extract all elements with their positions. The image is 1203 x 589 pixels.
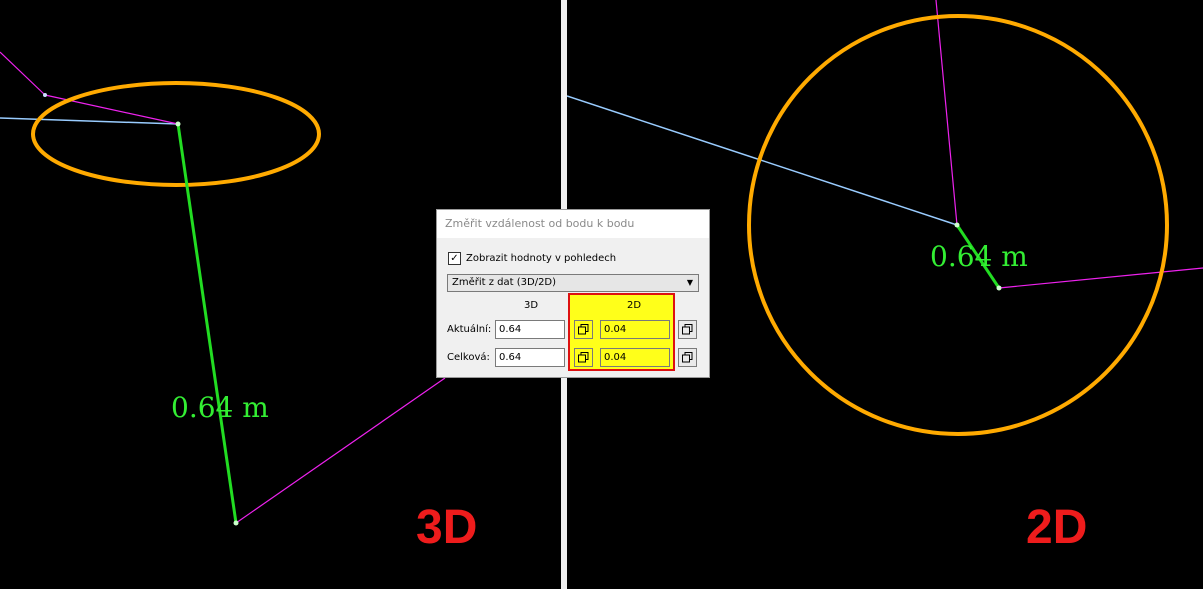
measure-mode-value: Změřit z dat (3D/2D) [452, 277, 557, 288]
blue-polyline [567, 95, 958, 226]
copy-button[interactable] [678, 348, 697, 367]
copy-button[interactable] [574, 320, 593, 339]
show-values-checkbox[interactable]: ✓ [448, 252, 461, 265]
measure-start-point[interactable] [175, 121, 181, 127]
copy-icon [682, 324, 693, 335]
total-3d-field[interactable]: 0.64 [495, 348, 565, 367]
measure-distance-dialog: Změřit vzdálenost od bodu k bodu ✓ Zobra… [436, 209, 710, 378]
tolerance-ellipse [31, 81, 321, 187]
current-3d-field[interactable]: 0.64 [495, 320, 565, 339]
current-row-label: Aktuální: [447, 324, 492, 335]
view-tag-3d: 3D [416, 501, 478, 554]
measure-start-point[interactable] [954, 222, 960, 228]
measure-mode-select[interactable]: Změřit z dat (3D/2D) ▼ [447, 274, 699, 292]
copy-icon [578, 324, 589, 335]
magenta-polyline [935, 0, 958, 226]
magenta-polyline [0, 51, 46, 96]
column-header-3d: 3D [524, 300, 539, 311]
column-header-2d: 2D [627, 300, 642, 311]
total-row-label: Celková: [447, 352, 490, 363]
measurement-label-2d: 0.64 m [930, 240, 1028, 273]
copy-icon [578, 352, 589, 363]
magenta-polyline [998, 267, 1203, 289]
copy-button[interactable] [678, 320, 697, 339]
vertex-point[interactable] [43, 93, 47, 97]
view-tag-2d: 2D [1026, 501, 1088, 554]
dialog-title[interactable]: Změřit vzdálenost od bodu k bodu [437, 210, 709, 238]
measure-end-point[interactable] [996, 285, 1002, 291]
chevron-down-icon: ▼ [686, 278, 693, 287]
copy-icon [682, 352, 693, 363]
current-2d-field[interactable]: 0.04 [600, 320, 670, 339]
measurement-label-3d: 0.64 m [171, 391, 269, 424]
show-values-checkbox-row[interactable]: ✓ Zobrazit hodnoty v pohledech [448, 252, 616, 265]
copy-button[interactable] [574, 348, 593, 367]
measure-end-point[interactable] [233, 520, 239, 526]
total-2d-field[interactable]: 0.04 [600, 348, 670, 367]
show-values-label[interactable]: Zobrazit hodnoty v pohledech [466, 253, 616, 264]
blue-polyline [0, 117, 179, 125]
